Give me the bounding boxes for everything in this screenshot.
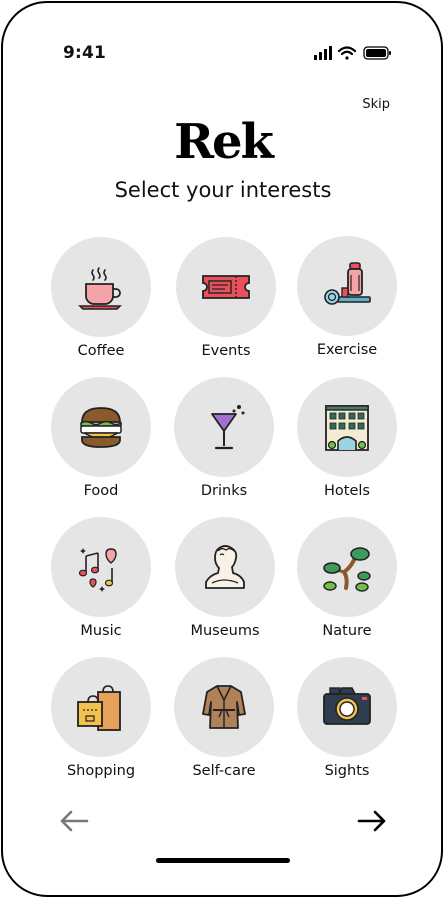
hotel-building-icon (325, 405, 369, 451)
interest-icon-circle (297, 377, 397, 477)
interest-icon-circle (297, 657, 397, 757)
shopping-bags-icon (77, 685, 121, 731)
burger-icon (80, 407, 122, 448)
interest-icon-circle (297, 517, 397, 617)
cellular-signal-icon (314, 46, 332, 60)
interest-label: Events (201, 343, 251, 359)
interest-icon-circle (51, 377, 151, 477)
status-icons (314, 46, 391, 60)
interest-label: Shopping (66, 763, 136, 779)
status-time: 9:41 (63, 43, 107, 63)
bust-statue-icon (205, 545, 245, 589)
coffee-cup-icon (78, 267, 122, 310)
interest-label: Self-care (192, 763, 256, 779)
bonsai-tree-icon (323, 547, 371, 592)
interest-icon-circle (51, 517, 151, 617)
app-logo: Rek (174, 114, 274, 170)
interest-label: Sights (324, 763, 370, 779)
skip-button[interactable]: Skip (362, 97, 390, 112)
interest-label: Hotels (324, 483, 370, 499)
interest-icon-circle (175, 517, 275, 617)
home-indicator[interactable] (156, 858, 290, 863)
interest-label: Drinks (200, 483, 248, 499)
interest-label: Nature (322, 623, 372, 639)
ticket-icon (202, 275, 250, 299)
arrow-right-icon[interactable] (356, 808, 388, 834)
music-notes-icon (78, 548, 117, 592)
arrow-left-icon[interactable] (58, 808, 90, 834)
interest-icon-circle (176, 237, 276, 337)
interest-label: Music (80, 623, 122, 639)
interest-icon-circle (174, 377, 274, 477)
cocktail-icon (211, 405, 245, 450)
exercise-equipment-icon (324, 262, 371, 305)
camera-icon (323, 687, 371, 725)
battery-icon (363, 46, 391, 60)
interest-icon-circle (297, 236, 397, 336)
interest-icon-circle (174, 657, 274, 757)
wifi-icon (337, 46, 357, 60)
page-subtitle: Select your interests (114, 178, 332, 202)
interest-label: Exercise (316, 342, 378, 358)
interest-icon-circle (51, 657, 151, 757)
interest-icon-circle (51, 237, 151, 337)
interest-label: Food (83, 483, 119, 499)
bathrobe-icon (202, 685, 246, 729)
interest-label: Museums (190, 623, 260, 639)
interest-label: Coffee (77, 343, 125, 359)
